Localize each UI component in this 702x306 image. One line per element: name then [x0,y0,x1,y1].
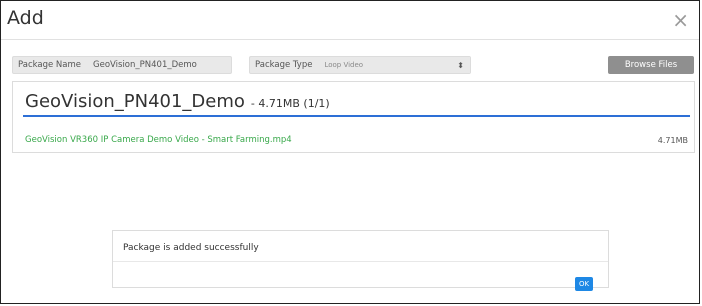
package-name-field[interactable]: Package Name GeoVision_PN401_Demo [12,56,232,74]
package-name-input[interactable]: GeoVision_PN401_Demo [87,57,203,73]
package-type-value: Loop Video [324,61,364,69]
dialog-header: Add × [1,1,699,40]
alert-message: Package is added successfully [123,243,259,253]
file-size: 4.71MB [657,136,688,145]
package-type-select[interactable]: Loop Video ⬍ [318,57,470,73]
file-name[interactable]: GeoVision VR360 IP Camera Demo Video - S… [25,135,292,145]
package-header: GeoVision_PN401_Demo - 4.71MB (1/1) [13,82,694,118]
dialog-title: Add [7,7,44,29]
close-icon[interactable]: × [672,8,689,32]
package-title: GeoVision_PN401_Demo - 4.71MB (1/1) [25,91,330,112]
package-size-count: - 4.71MB (1/1) [250,97,330,110]
add-package-dialog: Add × Package Name GeoVision_PN401_Demo … [0,0,700,304]
package-type-field[interactable]: Package Type Loop Video ⬍ [249,56,471,74]
package-type-label: Package Type [255,60,313,70]
alert-divider [113,261,608,262]
ok-button[interactable]: OK [575,277,593,291]
package-panel: GeoVision_PN401_Demo - 4.71MB (1/1) GeoVi… [12,81,695,153]
success-alert: Package is added successfully OK [112,230,609,291]
package-name-label: Package Name [18,60,82,70]
package-name-title: GeoVision_PN401_Demo [25,91,245,112]
package-header-underline [23,115,690,117]
select-chevron-icon: ⬍ [457,60,464,70]
browse-files-button[interactable]: Browse Files [608,56,694,74]
